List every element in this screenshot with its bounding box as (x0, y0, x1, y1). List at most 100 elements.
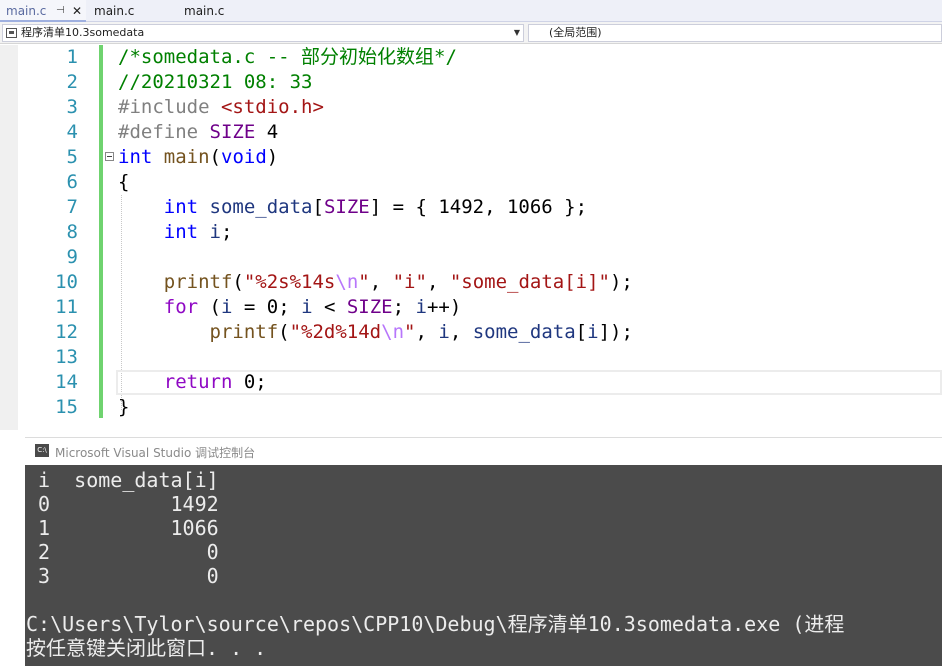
code-line[interactable]: 1 /*somedata.c -- 部分初始化数组*/ (0, 45, 942, 70)
code-line[interactable]: 9 (0, 245, 942, 270)
close-icon[interactable]: ✕ (72, 0, 82, 22)
line-number: 1 (66, 46, 78, 68)
code-token: i (587, 321, 599, 343)
code-token: "%2d%14d (289, 321, 382, 343)
line-number: 2 (66, 71, 78, 93)
code-token: void (221, 146, 267, 168)
scope-dropdown[interactable]: (全局范围) (528, 24, 942, 42)
code-token: i (209, 221, 221, 243)
code-token: , (415, 321, 439, 343)
collapse-toggle-icon[interactable] (105, 152, 114, 161)
tab-main-c-2[interactable]: main.c (88, 0, 178, 22)
code-token: int (163, 196, 199, 218)
code-token: = 0; (232, 296, 302, 318)
code-line[interactable]: 14 return 0; (0, 370, 942, 395)
code-token: , (426, 271, 450, 293)
code-token: some_data (472, 321, 576, 343)
code-line[interactable]: 3 #include <stdio.h> (0, 95, 942, 120)
code-line[interactable]: 5 int main(void) (0, 145, 942, 170)
scope-dropdown-value: (全局范围) (549, 26, 602, 39)
code-editor[interactable]: 1 /*somedata.c -- 部分初始化数组*/ 2 //20210321 08… (0, 45, 942, 430)
code-text: for (i = 0; i < SIZE; i++) (118, 295, 462, 320)
navigation-bar: 程序清单10.3somedata ▼ (全局范围) (0, 22, 942, 44)
console-line: 3 0 (26, 564, 219, 588)
code-token: i (438, 321, 450, 343)
console-title: Microsoft Visual Studio 调试控制台 (55, 446, 256, 460)
line-number: 10 (55, 271, 78, 293)
line-number: 9 (66, 246, 78, 268)
code-token: ++) (426, 296, 462, 318)
line-number: 5 (66, 146, 78, 168)
code-text: #include <stdio.h> (118, 95, 324, 120)
code-token: ( (198, 296, 221, 318)
code-line[interactable]: 12 printf("%2d%14d\n", i, some_data[i]); (0, 320, 942, 345)
code-token: < (312, 296, 347, 318)
chevron-down-icon[interactable]: ▼ (514, 25, 520, 41)
console-left-margin (0, 437, 25, 666)
code-token: ; (221, 221, 233, 243)
code-token: return (163, 371, 233, 393)
code-token: " (358, 271, 370, 293)
tab-label: main.c (94, 4, 135, 18)
code-token: #include (118, 96, 221, 118)
code-text: /*somedata.c -- 部分初始化数组*/ (118, 45, 457, 70)
code-text: //20210321 08: 33 (118, 70, 312, 95)
tab-label: main.c (184, 4, 225, 18)
code-token: main (163, 146, 210, 168)
code-token: some_data (209, 196, 313, 218)
code-line[interactable]: 10 printf("%2s%14s\n", "i", "some_data[i… (0, 270, 942, 295)
console-line: 按任意键关闭此窗口. . . (26, 636, 267, 660)
code-token: int (163, 221, 199, 243)
code-line[interactable]: 4 #define SIZE 4 (0, 120, 942, 145)
code-token: SIZE (209, 121, 256, 143)
code-line[interactable]: 2 //20210321 08: 33 (0, 70, 942, 95)
tab-main-c-3[interactable]: main.c (178, 0, 268, 22)
console-line: 0 1492 (26, 492, 219, 516)
line-number: 11 (55, 296, 78, 318)
code-token: ]); (598, 321, 633, 343)
tab-main-c-active[interactable]: main.c ⊣ ✕ (0, 0, 86, 22)
line-number: 15 (55, 396, 78, 418)
code-token: /*somedata.c -- 部分初始化数组*/ (118, 46, 457, 68)
debug-console[interactable]: i some_data[i] 0 1492 1 1066 2 0 3 0 C:\U… (25, 465, 942, 666)
code-text: } (118, 395, 129, 420)
code-token: ( (278, 321, 290, 343)
code-line[interactable]: 13 (0, 345, 942, 370)
code-text: return 0; (118, 370, 267, 395)
code-token: 4 (255, 121, 279, 143)
code-text: { (118, 170, 129, 195)
project-dropdown[interactable]: 程序清单10.3somedata ▼ (2, 24, 524, 42)
code-token: int (118, 146, 153, 168)
code-token: \n (381, 321, 405, 343)
code-token: printf (209, 321, 279, 343)
tab-label: main.c (6, 4, 47, 18)
code-line[interactable]: 6{ (0, 170, 942, 195)
document-tab-strip: main.c ⊣ ✕ main.c main.c (0, 0, 942, 22)
code-token: " (404, 321, 416, 343)
code-token: ( (232, 271, 244, 293)
code-line[interactable]: 8 int i; (0, 220, 942, 245)
code-line[interactable]: 11 for (i = 0; i < SIZE; i++) (0, 295, 942, 320)
code-token: i (220, 296, 233, 318)
console-line: 1 1066 (26, 516, 219, 540)
line-number: 14 (55, 371, 78, 393)
code-token: , (449, 321, 473, 343)
pin-icon[interactable]: ⊣ (56, 0, 65, 22)
code-token: SIZE (346, 296, 393, 318)
code-token: } (118, 396, 130, 418)
code-line[interactable]: 15} (0, 395, 942, 420)
code-token: ; (392, 296, 416, 318)
code-line[interactable]: 7 int some_data[SIZE] = { 1492, 1066 }; (0, 195, 942, 220)
line-number: 8 (66, 221, 78, 243)
code-token: SIZE (323, 196, 370, 218)
code-text: printf("%2s%14s\n", "i", "some_data[i]")… (118, 270, 633, 295)
code-token: <stdio.h> (220, 96, 324, 118)
code-token: i (415, 296, 427, 318)
code-token: [ (575, 321, 588, 343)
